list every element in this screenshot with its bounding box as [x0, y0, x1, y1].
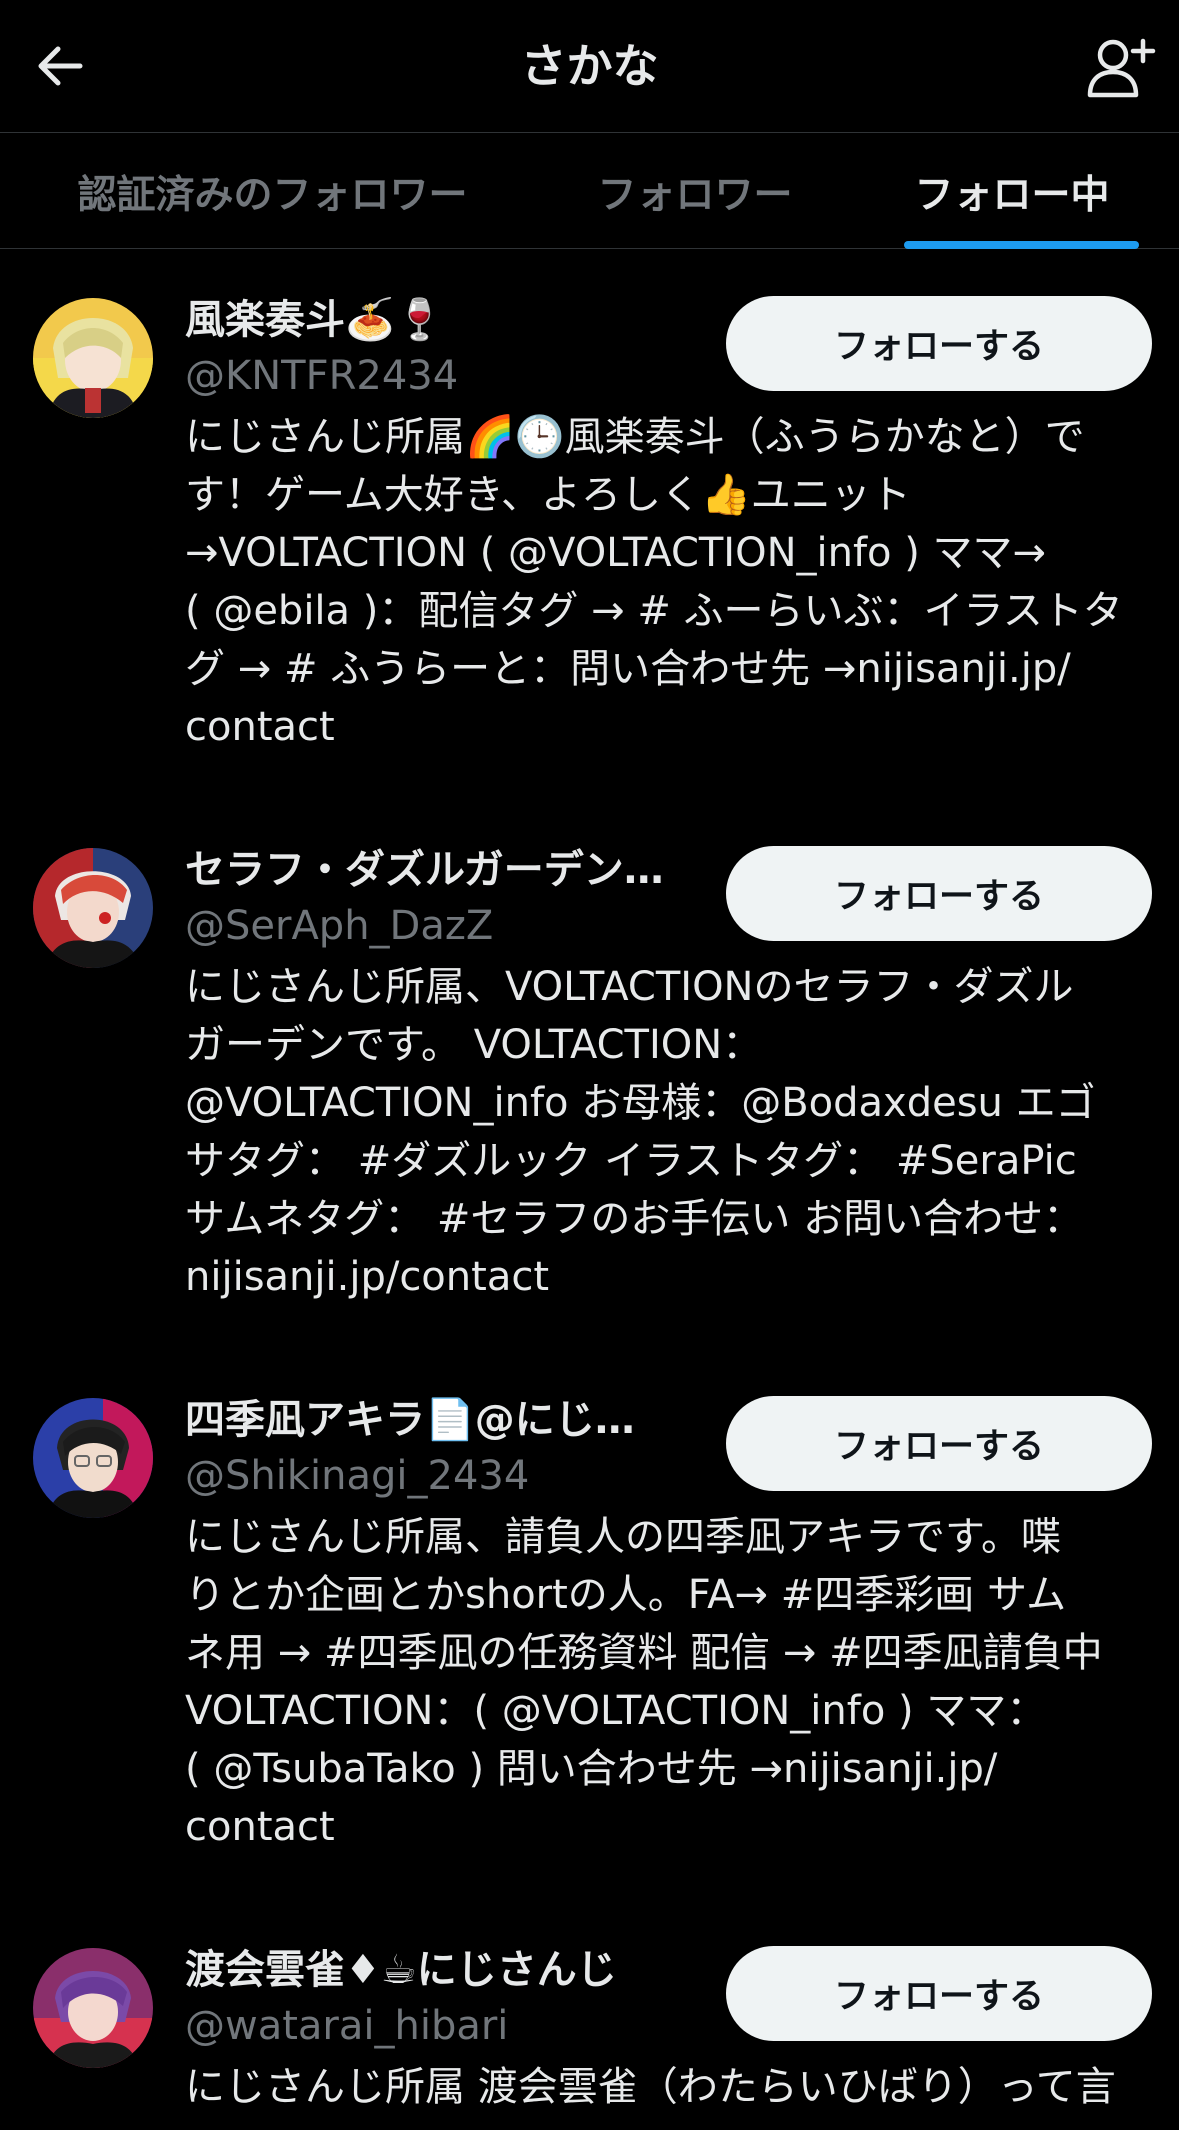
user-name: セラフ・ダズルガーデン… [185, 847, 664, 893]
add-user-button[interactable] [1081, 28, 1161, 108]
list-item[interactable]: 風楽奏斗🍝🍷 @KNTFR2434 フォローする にじさんじ所属🌈🕒風楽奏斗（ふ… [0, 250, 1179, 790]
avatar[interactable] [33, 1398, 153, 1518]
follow-button[interactable]: フォローする [726, 296, 1152, 391]
tab-following[interactable]: フォロー中 [845, 134, 1179, 249]
user-name: 渡会雲雀♦☕にじさんじ [185, 1947, 617, 1993]
user-handle: @watarai_hibari [185, 2003, 509, 2049]
user-bio: にじさんじ所属、VOLTACTIONのセラフ・ダズル ガーデンです。 VOLTA… [185, 964, 1096, 1300]
active-tab-indicator [904, 241, 1139, 249]
avatar[interactable] [33, 848, 153, 968]
add-user-icon [1087, 38, 1156, 98]
user-handle: @KNTFR2434 [185, 353, 459, 399]
tab-label: 認証済みのフォロワー [77, 172, 468, 218]
tab-followers[interactable]: フォロワー [545, 134, 845, 249]
follow-button[interactable]: フォローする [726, 846, 1152, 941]
follow-button[interactable]: フォローする [726, 1946, 1152, 2041]
follow-button[interactable]: フォローする [726, 1396, 1152, 1491]
list-item[interactable]: セラフ・ダズルガーデン… @SerAph_DazZ フォローする にじさんじ所属… [0, 800, 1179, 1340]
user-name: 四季凪アキラ📄@にじ… [185, 1397, 635, 1443]
user-handle: @SerAph_DazZ [185, 903, 494, 949]
avatar[interactable] [33, 1948, 153, 2068]
user-handle: @Shikinagi_2434 [185, 1453, 530, 1499]
user-bio: にじさんじ所属 渡会雲雀（わたらいひばり）って言 [185, 2064, 1116, 2110]
list-item[interactable]: 四季凪アキラ📄@にじ… @Shikinagi_2434 フォローする にじさんじ… [0, 1350, 1179, 1890]
user-name: 風楽奏斗🍝🍷 [185, 297, 445, 343]
top-bar: さかな [0, 0, 1179, 133]
list-item[interactable]: 渡会雲雀♦☕にじさんじ @watarai_hibari フォローする にじさんじ… [0, 1900, 1179, 2130]
avatar[interactable] [33, 298, 153, 418]
user-bio: にじさんじ所属、請負人の四季凪アキラです。喋 りとか企画とかshortの人。FA… [185, 1514, 1103, 1850]
page-title: さかな [520, 39, 659, 93]
tab-label: フォロワー [597, 172, 793, 218]
tab-bar: 認証済みのフォロワー フォロワー フォロー中 [0, 134, 1179, 249]
tab-verified-followers[interactable]: 認証済みのフォロワー [0, 134, 545, 249]
user-bio: にじさんじ所属🌈🕒風楽奏斗（ふうらかなと）で す！ゲーム大好き、よろしく👍ユニッ… [185, 414, 1123, 750]
tab-label: フォロー中 [914, 172, 1110, 218]
